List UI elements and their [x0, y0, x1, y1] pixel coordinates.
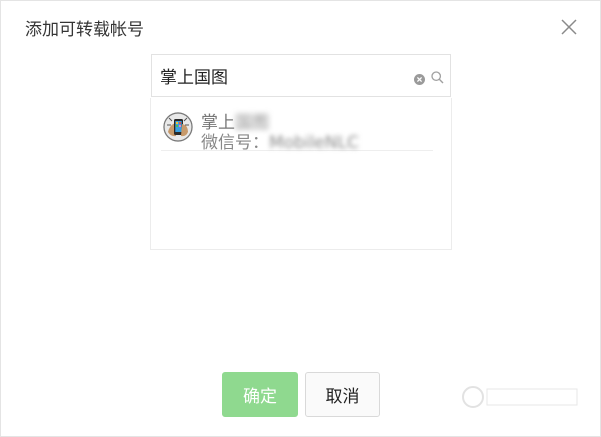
mobile-phone-avatar-icon	[163, 112, 193, 142]
cancel-button[interactable]: 取消	[305, 372, 380, 417]
dialog-title: 添加可转载帐号	[25, 20, 144, 40]
search-box	[151, 54, 451, 97]
search-results-list: 掌上国图 微信号：MobileNLC	[150, 98, 452, 250]
clear-circle-icon[interactable]	[414, 70, 425, 85]
confirm-button[interactable]: 确定	[222, 372, 298, 417]
close-icon[interactable]	[557, 15, 581, 39]
watermark-logo	[461, 379, 581, 413]
account-wechat-id: 微信号：MobileNLC	[201, 128, 359, 153]
search-input[interactable]	[160, 55, 405, 96]
add-account-dialog: 添加可转载帐号 掌上国图 掌上国图 微信号：MobileNLC 确定 取消	[0, 0, 601, 437]
wechat-id-value: MobileNLC	[269, 133, 359, 153]
wechat-id-label: 微信号：	[201, 133, 269, 153]
list-item[interactable]: 掌上国图 微信号：MobileNLC	[161, 104, 433, 153]
search-icon[interactable]	[431, 69, 444, 84]
